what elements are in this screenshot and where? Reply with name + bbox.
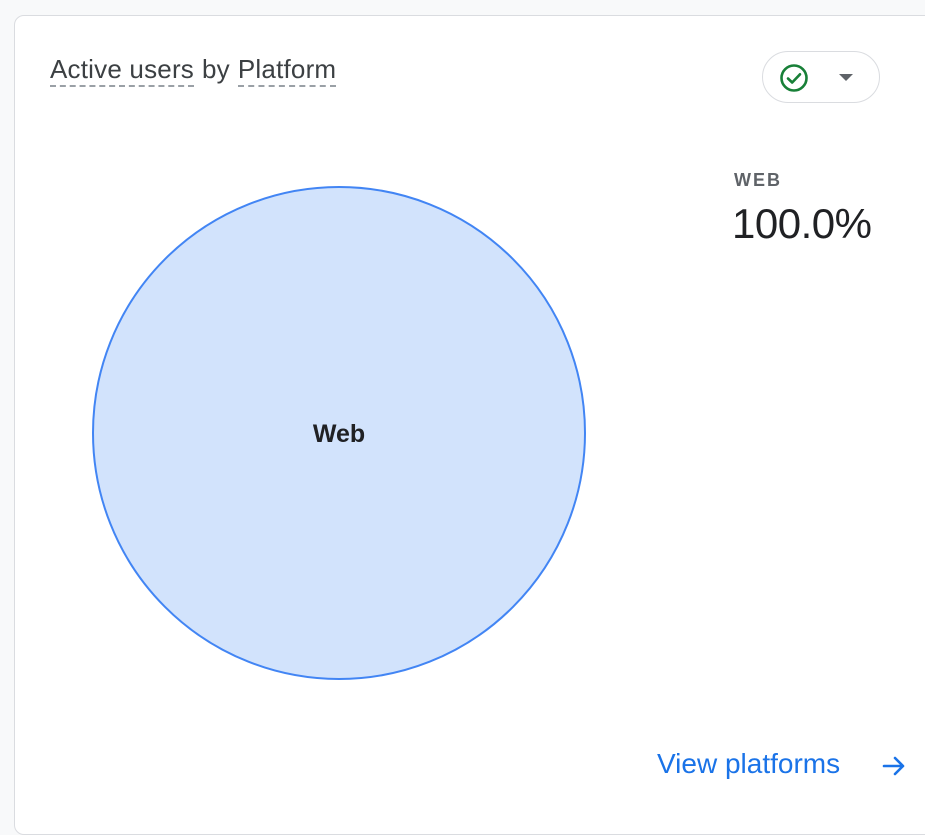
- view-platforms-link[interactable]: View platforms: [657, 748, 840, 780]
- card-title: Active users by Platform: [50, 54, 337, 87]
- metric-label[interactable]: Active users: [50, 54, 195, 87]
- title-by-text: by: [202, 54, 230, 84]
- check-circle-icon: [780, 64, 808, 92]
- status-dropdown-button[interactable]: [762, 51, 880, 103]
- chevron-down-icon: [839, 74, 853, 81]
- legend-series-label: WEB: [734, 170, 782, 190]
- active-users-by-platform-card: [14, 15, 925, 835]
- arrow-right-icon[interactable]: [880, 752, 908, 780]
- legend-series-value: 100.0%: [732, 200, 872, 247]
- dimension-label[interactable]: Platform: [237, 54, 337, 87]
